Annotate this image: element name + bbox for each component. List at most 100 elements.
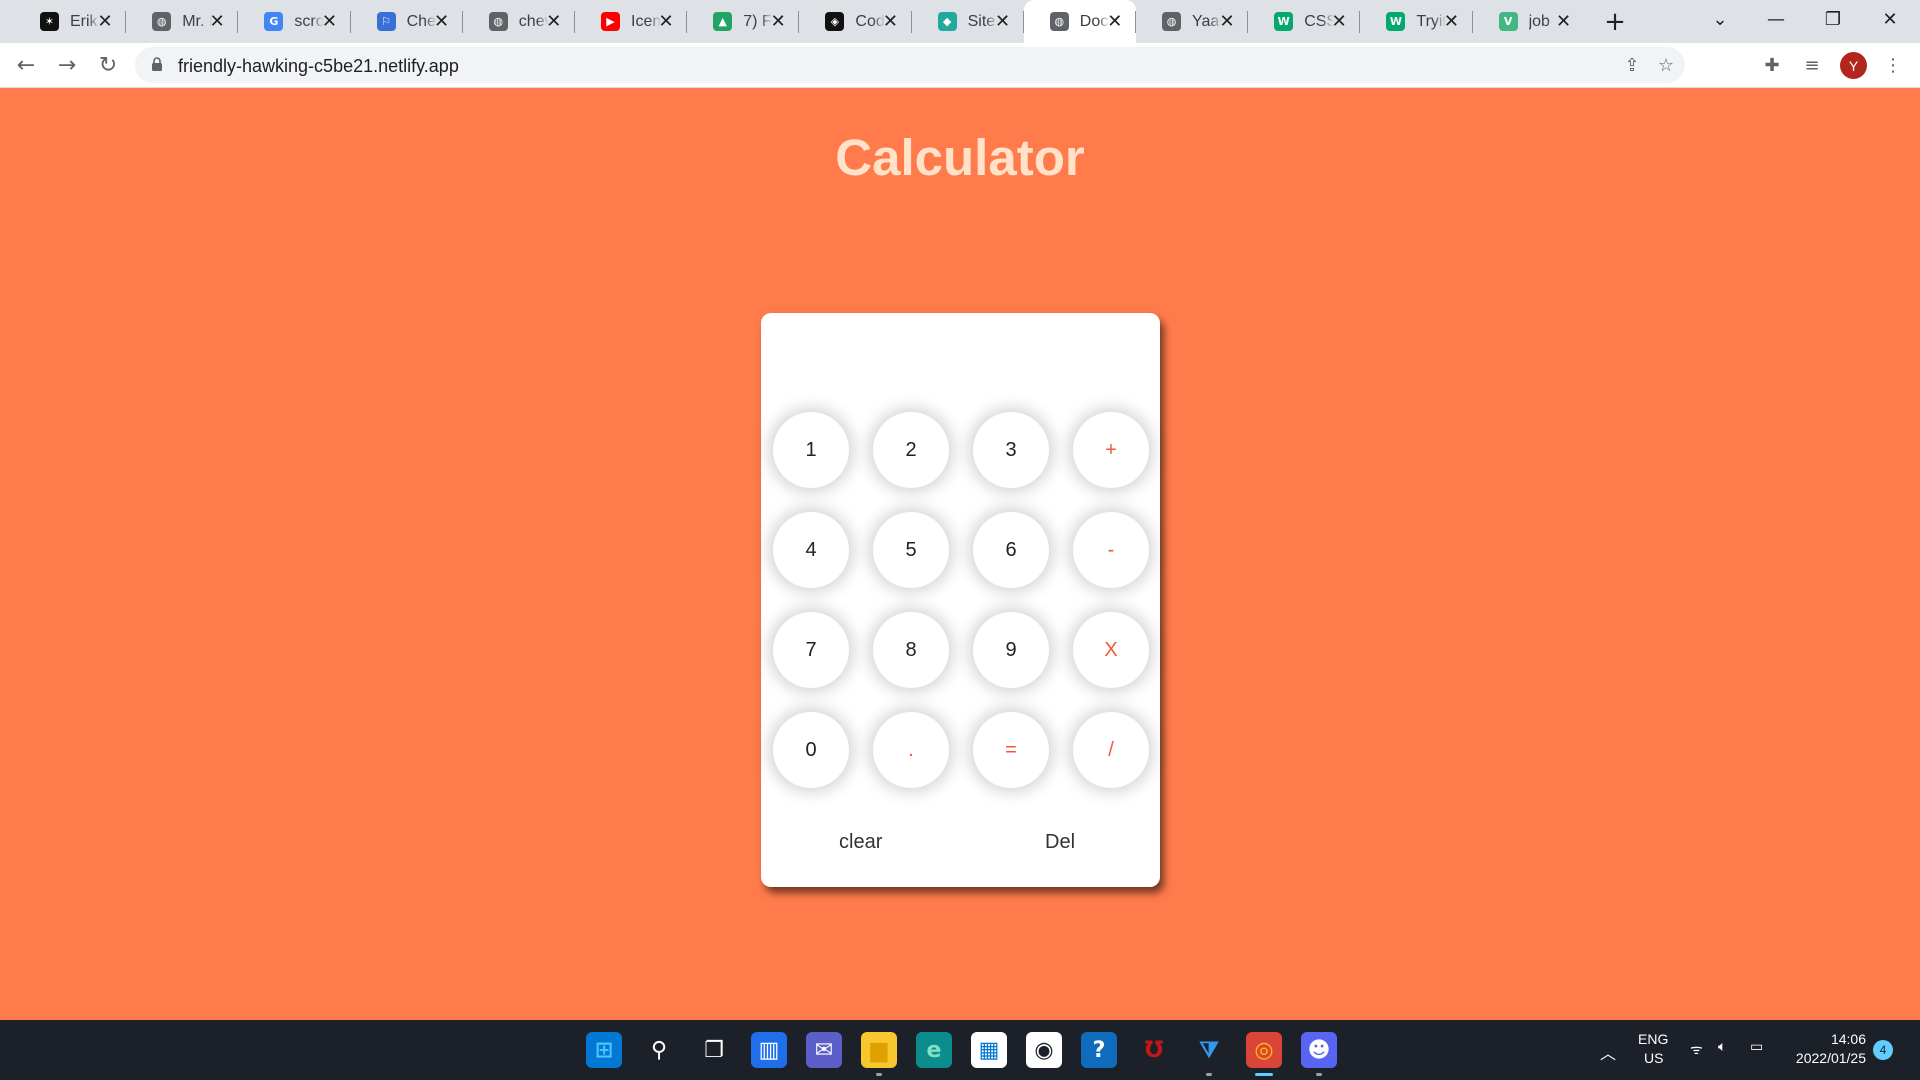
close-tab-icon[interactable]: ✕ [1216, 10, 1238, 32]
close-tab-icon[interactable]: ✕ [1328, 10, 1350, 32]
browser-tab[interactable]: ▲7) Fe✕ [687, 0, 799, 43]
browser-tab[interactable]: ▶ Icem ✕ [575, 0, 687, 43]
browser-tab[interactable]: Vjob ✕ [1473, 0, 1585, 43]
reload-button[interactable]: ↻ [92, 49, 124, 81]
browser-tab[interactable]: Gscroll✕ [238, 0, 350, 43]
globe-favicon: ◍ [488, 12, 508, 31]
tray-overflow-icon[interactable]: ︿ [1600, 1040, 1616, 1064]
close-tab-icon[interactable]: ✕ [767, 10, 789, 32]
profile-avatar[interactable]: Y [1840, 52, 1867, 79]
region-code: US [1644, 1050, 1664, 1066]
wifi-icon[interactable]: ᯤ [1690, 1040, 1703, 1059]
chrome-icon[interactable]: ◎ [1246, 1032, 1282, 1076]
close-tab-icon[interactable]: ✕ [206, 10, 228, 32]
bookmark-star-icon[interactable]: ☆ [1653, 52, 1679, 78]
vscode-icon[interactable]: ⧩ [1191, 1032, 1227, 1076]
new-tab-button[interactable]: + [1598, 6, 1632, 38]
close-tab-icon[interactable]: ✕ [1553, 10, 1575, 32]
teams-chat-icon[interactable]: ✉ [806, 1032, 842, 1068]
tab-strip: + ⌄ — ❐ ✕ ✶Erik T✕◍Mr. D✕Gscroll✕⚐Chev✕◍… [0, 0, 1920, 43]
discord-icon[interactable]: ☻ [1301, 1032, 1337, 1076]
key-3-button[interactable]: 3 [973, 412, 1049, 488]
page-title: Calculator [835, 129, 1085, 186]
close-tab-icon[interactable]: ✕ [94, 10, 116, 32]
key-divide-button[interactable]: / [1073, 712, 1149, 788]
close-tab-icon[interactable]: ✕ [318, 10, 340, 32]
windows-taskbar: ︿ ENG US ᯤ 🔈︎ ▭ 14:06 2022/01/25 4 ⊞ ⚲ ❐ ▥ ✉… [0, 1020, 1920, 1080]
widgets-icon[interactable]: ▥ [751, 1032, 787, 1068]
lock-icon [152, 57, 162, 71]
key-equals-button[interactable]: = [973, 712, 1049, 788]
volume-icon[interactable]: 🔈︎ [1718, 1038, 1726, 1055]
browser-tab[interactable]: WCSS (✕ [1248, 0, 1360, 43]
key-minus-button[interactable]: - [1073, 512, 1149, 588]
browser-tab[interactable]: ◆ Site ✕ [912, 0, 1024, 43]
battery-icon[interactable]: ▭ [1750, 1038, 1763, 1055]
browser-tab[interactable]: ◍Yaas✕ [1136, 0, 1248, 43]
url-text: friendly-hawking-c5be21.netlify.app [178, 56, 459, 76]
mcafee-icon[interactable]: Ʊ [1136, 1032, 1172, 1068]
address-bar[interactable]: friendly-hawking-c5be21.netlify.app ⇪ ☆ [135, 47, 1685, 83]
google-favicon: G [264, 12, 284, 31]
back-button[interactable]: ← [10, 49, 42, 81]
key-plus-button[interactable]: + [1073, 412, 1149, 488]
key-decimal-button[interactable]: . [873, 712, 949, 788]
browser-tab[interactable]: ◍Mr. D✕ [126, 0, 238, 43]
search-icon[interactable]: ⚲ [641, 1032, 677, 1068]
browser-tab[interactable]: ◍Docu✕ [1023, 0, 1136, 43]
running-app-indicator [1206, 1073, 1212, 1076]
key-9-button[interactable]: 9 [973, 612, 1049, 688]
windows-start-icon[interactable]: ⊞ [586, 1032, 622, 1068]
close-tab-icon[interactable]: ✕ [1104, 10, 1126, 32]
close-tab-icon[interactable]: ✕ [992, 10, 1014, 32]
key-7-button[interactable]: 7 [773, 612, 849, 688]
codepen-favicon: ◈ [825, 12, 845, 31]
extensions-icon[interactable]: ✚ [1757, 50, 1787, 80]
clear-button[interactable]: clear [839, 831, 882, 854]
key-4-button[interactable]: 4 [773, 512, 849, 588]
close-window-button[interactable]: ✕ [1860, 0, 1920, 38]
clock[interactable]: 14:06 2022/01/25 [1790, 1031, 1866, 1066]
drive-favicon: ▲ [713, 12, 733, 31]
close-tab-icon[interactable]: ✕ [431, 10, 453, 32]
close-tab-icon[interactable]: ✕ [543, 10, 565, 32]
microsoft-store-icon[interactable]: ▦ [971, 1032, 1007, 1068]
help-icon[interactable]: ? [1081, 1032, 1117, 1068]
forward-button[interactable]: → [51, 49, 83, 81]
w3schools-favicon: W [1274, 12, 1294, 31]
menu-kebab-icon[interactable]: ⋮ [1878, 50, 1908, 80]
key-5-button[interactable]: 5 [873, 512, 949, 588]
file-explorer-icon[interactable]: ▆ [861, 1032, 897, 1076]
share-icon[interactable]: ⇪ [1619, 52, 1645, 78]
running-app-indicator [876, 1073, 882, 1076]
browser-tab[interactable]: ◈Code✕ [799, 0, 911, 43]
running-app-indicator [1316, 1073, 1322, 1076]
tab-search-icon[interactable]: ⌄ [1690, 0, 1750, 38]
language-code: ENG [1638, 1031, 1669, 1047]
key-8-button[interactable]: 8 [873, 612, 949, 688]
key-1-button[interactable]: 1 [773, 412, 849, 488]
app-icon[interactable]: ◉ [1026, 1032, 1062, 1068]
language-indicator[interactable]: ENG US [1638, 1031, 1668, 1066]
close-tab-icon[interactable]: ✕ [655, 10, 677, 32]
vue-favicon: V [1498, 12, 1518, 31]
delete-button[interactable]: Del [1045, 831, 1075, 854]
browser-tab[interactable]: ✶Erik T✕ [14, 0, 126, 43]
edge-icon[interactable]: e [916, 1032, 952, 1068]
key-multiply-button[interactable]: X [1073, 612, 1149, 688]
browser-toolbar: ← → ↻ friendly-hawking-c5be21.netlify.ap… [0, 43, 1920, 88]
key-6-button[interactable]: 6 [973, 512, 1049, 588]
browser-tab[interactable]: ⚐Chev✕ [351, 0, 463, 43]
notification-badge[interactable]: 4 [1873, 1040, 1893, 1060]
calculator-display [781, 333, 1140, 403]
close-tab-icon[interactable]: ✕ [1440, 10, 1462, 32]
key-2-button[interactable]: 2 [873, 412, 949, 488]
close-tab-icon[interactable]: ✕ [879, 10, 901, 32]
minimize-button[interactable]: — [1746, 0, 1806, 38]
media-control-icon[interactable]: ≡ [1797, 50, 1827, 80]
restore-button[interactable]: ❐ [1803, 0, 1863, 38]
key-0-button[interactable]: 0 [773, 712, 849, 788]
browser-tab[interactable]: W Tryit ✕ [1360, 0, 1472, 43]
task-view-icon[interactable]: ❐ [696, 1032, 732, 1068]
browser-tab[interactable]: ◍ chev ✕ [463, 0, 575, 43]
